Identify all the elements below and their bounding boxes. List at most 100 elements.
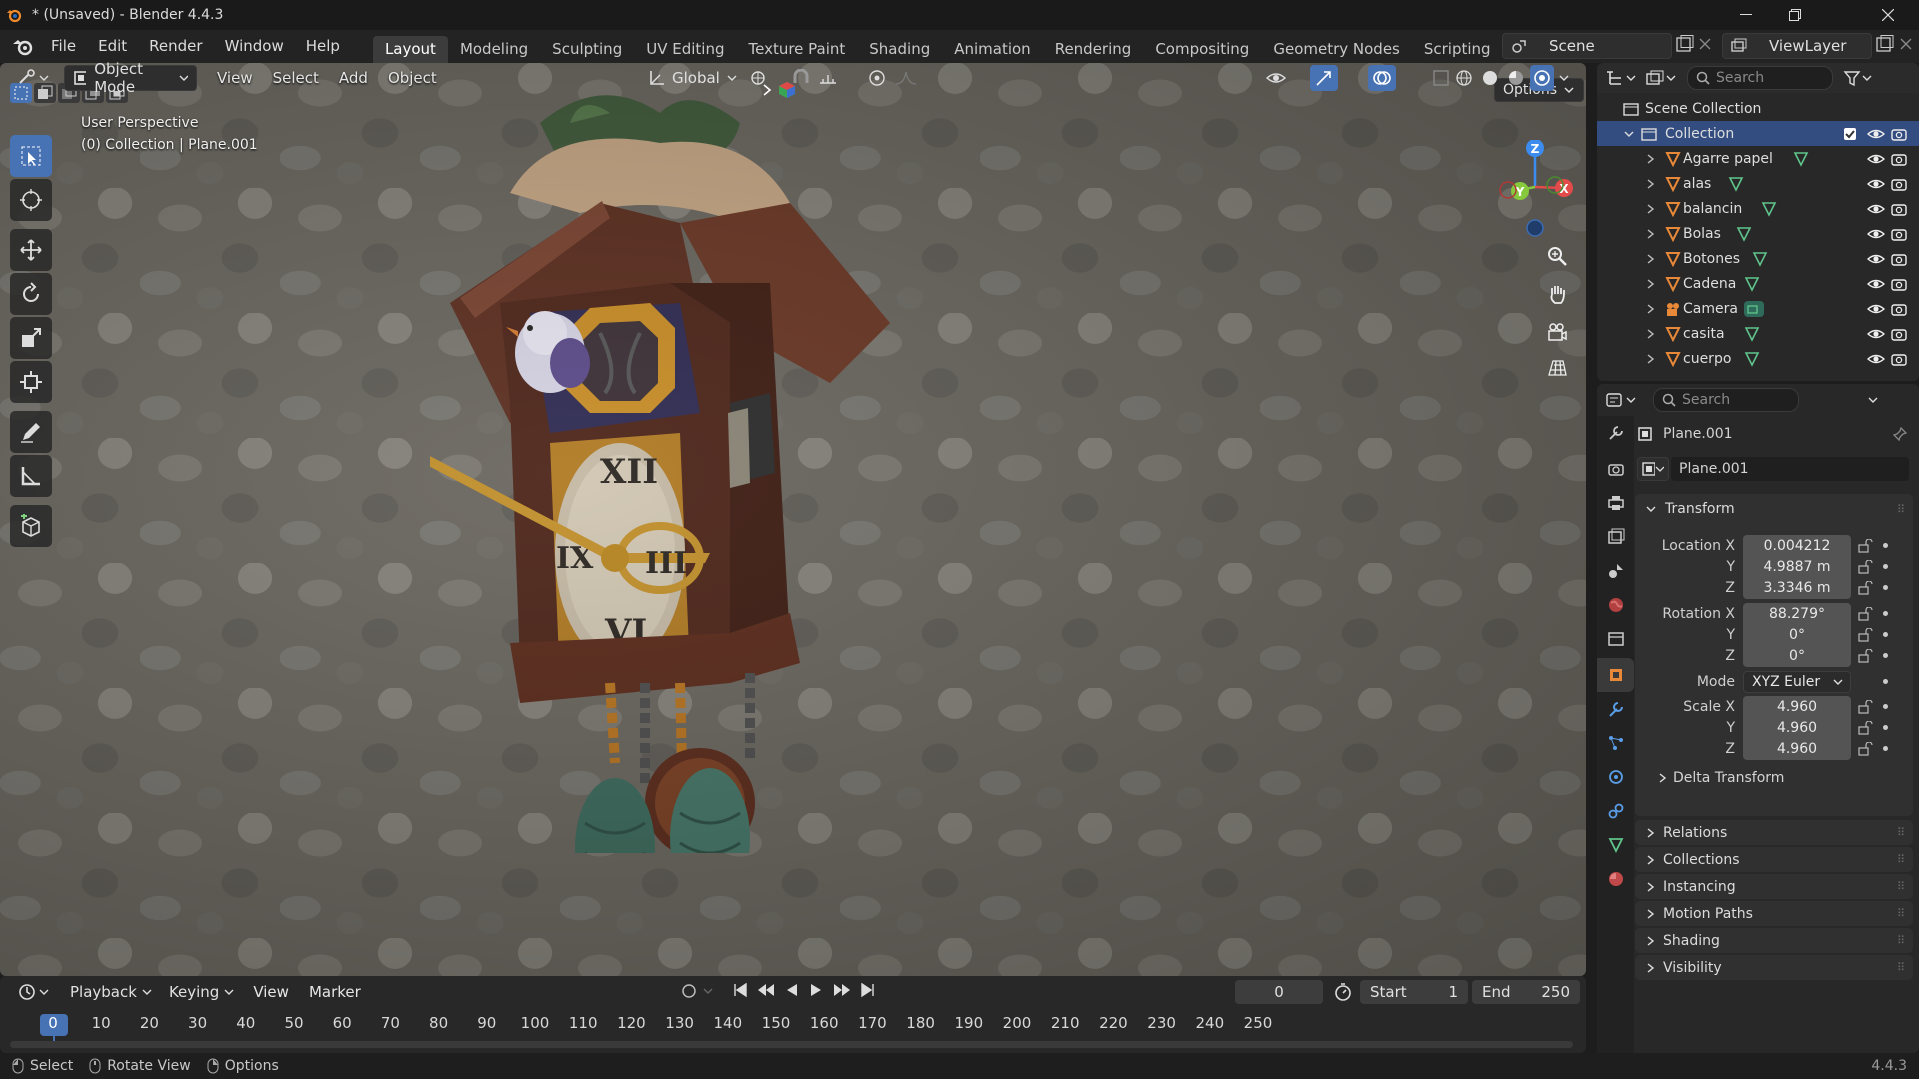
gizmo-toggle[interactable] [1310,65,1338,91]
drag-handle-icon[interactable]: ⠿ [1897,961,1905,974]
delete-scene-icon[interactable] [1696,35,1714,53]
menu-render[interactable]: Render [138,30,213,63]
tab-particles[interactable] [1597,726,1634,760]
shading-solid[interactable] [1478,65,1502,91]
tab-modifiers[interactable] [1597,692,1634,726]
shading-material[interactable] [1504,65,1528,91]
3d-viewport[interactable]: XII VI IX III User Perspective (0) Colle… [0,63,1586,976]
outliner-editor-type[interactable] [1603,65,1639,91]
chevron-down-icon[interactable] [1867,395,1879,405]
keyframe-dot-icon[interactable] [1883,653,1888,658]
chevron-right-icon[interactable] [1645,228,1655,240]
camera-render-icon[interactable] [1891,277,1907,291]
timeline-scrollbar[interactable] [10,1041,1573,1048]
keyframe-dot-icon[interactable] [1883,632,1888,637]
outliner-item[interactable]: cuerpo [1597,346,1919,371]
panel-visibility[interactable]: Visibility ⠿ [1635,955,1913,980]
outliner-item[interactable]: Bolas [1597,221,1919,246]
tool-rotate[interactable] [10,273,52,315]
tab-rendering[interactable]: Rendering [1043,36,1144,63]
chevron-down-icon[interactable] [1623,129,1635,139]
menu-object[interactable]: Object [378,69,447,87]
panel-motion-paths[interactable]: Motion Paths ⠿ [1635,901,1913,926]
tool-scale[interactable] [10,317,52,359]
eye-icon[interactable] [1867,252,1885,266]
tab-view-layer[interactable] [1597,520,1634,554]
camera-render-icon[interactable] [1891,227,1907,241]
timeline-editor-type[interactable] [10,979,58,1005]
tab-compositing[interactable]: Compositing [1143,36,1261,63]
chevron-right-icon[interactable] [1645,328,1655,340]
tool-annotate[interactable] [10,411,52,453]
camera-view-icon[interactable] [1541,316,1573,348]
outliner-item[interactable]: casita [1597,321,1919,346]
keyframe-dot-icon[interactable] [1883,585,1888,590]
menu-file[interactable]: File [40,30,87,63]
unlock-icon[interactable] [1857,627,1873,642]
view-layer-selector[interactable]: ViewLayer [1722,33,1872,59]
chevron-right-icon[interactable] [1645,253,1655,265]
pan-hand-icon[interactable] [1541,278,1573,310]
location-y-field[interactable]: 4.9887 m [1743,555,1851,578]
falloff-button[interactable] [886,65,926,91]
close-button[interactable] [1858,0,1918,30]
tool-move[interactable] [10,229,52,271]
panel-relations[interactable]: Relations ⠿ [1635,820,1913,845]
filter-button[interactable] [1839,65,1877,91]
drag-handle-icon[interactable]: ⠿ [1897,503,1905,516]
timeline-view-menu[interactable]: View [243,983,299,1001]
outliner-item[interactable]: Agarre papel [1597,146,1919,171]
unlock-icon[interactable] [1857,538,1873,553]
keyframe-dot-icon[interactable] [1883,704,1888,709]
next-keyframe-icon[interactable] [833,981,851,999]
eye-icon[interactable] [1867,127,1885,141]
tab-sculpting[interactable]: Sculpting [540,36,634,63]
delete-view-layer-icon[interactable] [1897,35,1915,53]
tab-texture-paint[interactable]: Texture Paint [736,36,857,63]
unlock-icon[interactable] [1857,699,1873,714]
tool-add-cube[interactable] [10,505,52,547]
overlays-toggle[interactable] [1368,65,1396,91]
tab-render[interactable] [1597,452,1634,486]
outliner-search-input[interactable]: Search [1687,66,1833,90]
tool-measure[interactable] [10,455,52,497]
snap-target-button[interactable] [810,65,848,91]
menu-help[interactable]: Help [295,30,351,63]
visibility-selectability-button[interactable] [1258,65,1294,91]
tab-geometry-nodes[interactable]: Geometry Nodes [1261,36,1412,63]
marker-menu[interactable]: Marker [299,983,371,1001]
tab-physics[interactable] [1597,760,1634,794]
tab-uv-editing[interactable]: UV Editing [634,36,736,63]
menu-add[interactable]: Add [329,69,378,87]
chevron-down-icon[interactable] [702,986,714,996]
chevron-right-icon[interactable] [1645,353,1655,365]
tab-layout[interactable]: Layout [372,36,448,63]
keyframe-dot-icon[interactable] [1883,746,1888,751]
transform-panel-header[interactable]: Transform ⠿ [1635,494,1913,524]
chevron-right-icon[interactable] [1645,278,1655,290]
scene-selector[interactable]: Scene [1502,33,1672,59]
tab-collection[interactable] [1597,622,1634,656]
panel-collections[interactable]: Collections ⠿ [1635,847,1913,872]
record-icon[interactable] [680,982,698,1000]
eye-icon[interactable] [1867,152,1885,166]
tab-object[interactable] [1597,658,1634,692]
camera-render-icon[interactable] [1891,327,1907,341]
unlock-icon[interactable] [1857,606,1873,621]
camera-render-icon[interactable] [1891,252,1907,266]
tab-data[interactable] [1597,828,1634,862]
keyframe-dot-icon[interactable] [1883,611,1888,616]
outliner-item[interactable]: Botones [1597,246,1919,271]
unlock-icon[interactable] [1857,648,1873,663]
unlock-icon[interactable] [1857,720,1873,735]
scale-x-field[interactable]: 4.960 [1743,695,1851,718]
display-mode-button[interactable] [1639,65,1683,91]
chevron-right-icon[interactable] [1645,303,1655,315]
outliner-collection[interactable]: Collection [1597,121,1919,146]
ortho-grid-icon[interactable] [1541,352,1573,384]
chevron-right-icon[interactable] [1645,203,1655,215]
camera-render-icon[interactable] [1891,127,1907,141]
restore-button[interactable] [1765,0,1825,30]
keying-menu[interactable]: Keying [161,979,243,1005]
eye-icon[interactable] [1867,352,1885,366]
